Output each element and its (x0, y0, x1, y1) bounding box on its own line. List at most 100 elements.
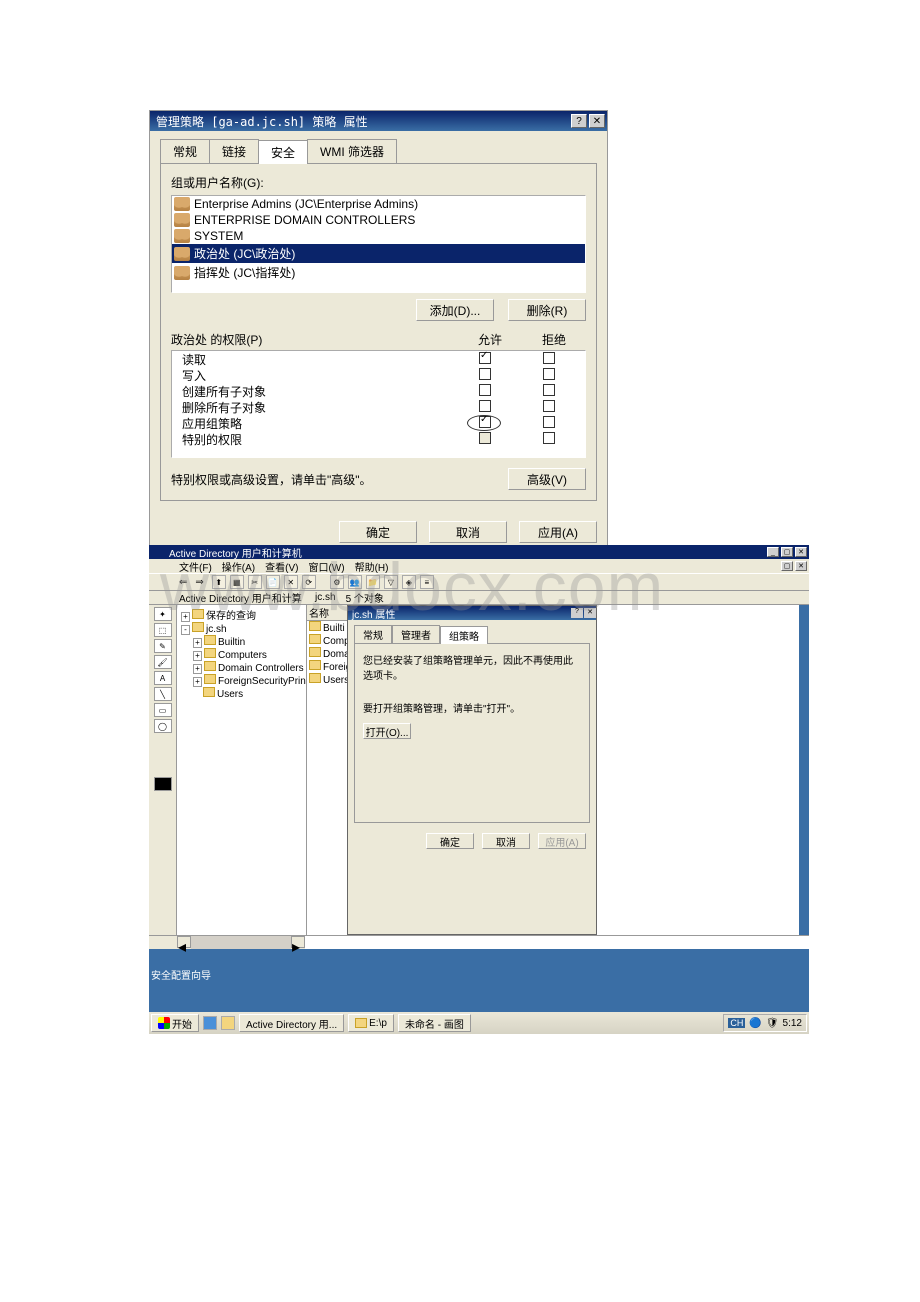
scroll-right-icon[interactable]: ▸ (291, 936, 305, 948)
toolbar-icon[interactable]: 👥 (348, 575, 362, 589)
group-row[interactable]: Enterprise Admins (JC\Enterprise Admins) (172, 196, 585, 212)
allow-checkbox[interactable] (479, 352, 491, 364)
toolbar-icon[interactable]: ⚙ (330, 575, 344, 589)
menu-window[interactable]: 窗口(W) (308, 559, 344, 574)
allow-checkbox[interactable] (479, 416, 491, 428)
tool-icon[interactable]: ◯ (154, 719, 172, 733)
quicklaunch-icon[interactable] (203, 1016, 217, 1030)
cancel-button[interactable]: 取消 (482, 833, 530, 849)
tab-security[interactable]: 安全 (258, 140, 308, 164)
tab2-general[interactable]: 常规 (354, 625, 392, 643)
toolbar-icon[interactable]: ▽ (384, 575, 398, 589)
taskbar-button[interactable]: 未命名 - 画图 (398, 1014, 471, 1032)
apply-button[interactable]: 应用(A) (538, 833, 586, 849)
close-child-icon[interactable]: ✕ (795, 561, 807, 571)
deny-checkbox[interactable] (543, 400, 555, 412)
back-icon[interactable]: ⇐ (179, 577, 187, 588)
menu-action[interactable]: 操作(A) (222, 559, 255, 574)
start-button[interactable]: 开始 (151, 1014, 199, 1032)
tab-general[interactable]: 常规 (160, 139, 210, 163)
list-item[interactable]: Domain (307, 647, 347, 660)
cancel-button[interactable]: 取消 (429, 521, 507, 543)
group-row[interactable]: SYSTEM (172, 228, 585, 244)
quicklaunch-icon[interactable] (221, 1016, 235, 1030)
group-row[interactable]: ENTERPRISE DOMAIN CONTROLLERS (172, 212, 585, 228)
dialog-titlebar[interactable]: 管理策略 [ga-ad.jc.sh] 策略 属性 ? ✕ (150, 111, 607, 131)
taskbar-button[interactable]: E:\p (348, 1014, 394, 1032)
close-icon[interactable]: ✕ (589, 114, 605, 128)
maximize-icon[interactable]: ▢ (781, 547, 793, 557)
tool-icon[interactable]: ▭ (154, 703, 172, 717)
toolbar-icon[interactable]: 📁 (366, 575, 380, 589)
tab2-gpo[interactable]: 组策略 (440, 626, 488, 644)
tree-item[interactable]: +保存的查询 (179, 607, 304, 622)
toolbar-icon[interactable]: ≡ (420, 575, 434, 589)
forward-icon[interactable]: ⇒ (195, 577, 203, 588)
open-button[interactable]: 打开(O)... (363, 723, 411, 739)
tool-icon[interactable]: ✎ (154, 639, 172, 653)
menu-file[interactable]: 文件(F) (179, 559, 212, 574)
tree-pane[interactable]: +保存的查询 -jc.sh +Builtin +Computers +Domai… (177, 605, 307, 935)
tab-wmi[interactable]: WMI 筛选器 (307, 139, 397, 163)
taskbar-button[interactable]: Active Directory 用... (239, 1014, 344, 1032)
tool-icon[interactable]: A (154, 671, 172, 685)
list-pane[interactable]: 名称 Builti Comput Domain Foreig Users (307, 605, 347, 935)
tree-item[interactable]: +ForeignSecurityPrinci (179, 674, 304, 687)
scroll-left-icon[interactable]: ◂ (177, 936, 191, 948)
remove-button[interactable]: 删除(R) (508, 299, 586, 321)
ok-button[interactable]: 确定 (426, 833, 474, 849)
add-button[interactable]: 添加(D)... (416, 299, 494, 321)
system-tray[interactable]: CH 🔵 🛡 5:12 (723, 1014, 807, 1032)
list-item[interactable]: Foreig (307, 660, 347, 673)
advanced-button[interactable]: 高级(V) (508, 468, 586, 490)
lang-indicator[interactable]: CH (728, 1018, 745, 1028)
toolbar-icon[interactable]: ✂ (248, 575, 262, 589)
up-icon[interactable]: ⬆ (212, 575, 226, 589)
help-icon[interactable]: ? (571, 114, 587, 128)
tool-icon[interactable]: ⬚ (154, 623, 172, 637)
restore-icon[interactable]: ▢ (781, 561, 793, 571)
tray-icon[interactable]: 🛡 (766, 1018, 779, 1029)
close-icon[interactable]: ✕ (795, 547, 807, 557)
h-scrollbar[interactable]: ◂ ▸ (149, 935, 809, 949)
dialog2-titlebar[interactable]: jc.sh 属性 ? ✕ (348, 606, 596, 620)
allow-checkbox[interactable] (479, 384, 491, 396)
apply-button[interactable]: 应用(A) (519, 521, 597, 543)
menu-view[interactable]: 查看(V) (265, 559, 298, 574)
ok-button[interactable]: 确定 (339, 521, 417, 543)
tool-icon[interactable]: ╲ (154, 687, 172, 701)
tool-option[interactable] (154, 777, 172, 791)
permissions-listbox[interactable]: 读取 写入 创建所有子对象 删除所有子对象 应用组策略 特别的权限 (171, 350, 586, 458)
tree-item[interactable]: +Domain Controllers (179, 661, 304, 674)
group-row[interactable]: 指挥处 (JC\指挥处) (172, 263, 585, 282)
help-icon[interactable]: ? (571, 608, 583, 618)
toolbar-icon[interactable]: 📄 (266, 575, 280, 589)
tab-links[interactable]: 链接 (209, 139, 259, 163)
tree-item[interactable]: Users (179, 687, 304, 700)
clock[interactable]: 5:12 (783, 1018, 802, 1029)
deny-checkbox[interactable] (543, 384, 555, 396)
deny-checkbox[interactable] (543, 368, 555, 380)
list-item[interactable]: Builti (307, 621, 347, 634)
mmc-titlebar[interactable]: Active Directory 用户和计算机 _ ▢ ✕ (149, 545, 809, 559)
list-item[interactable]: Users (307, 673, 347, 686)
minimize-icon[interactable]: _ (767, 547, 779, 557)
deny-checkbox[interactable] (543, 352, 555, 364)
tool-icon[interactable]: 🖌 (154, 655, 172, 669)
tray-icon[interactable]: 🔵 (749, 1018, 761, 1029)
deny-checkbox[interactable] (543, 432, 555, 444)
list-item[interactable]: Comput (307, 634, 347, 647)
allow-checkbox[interactable] (479, 368, 491, 380)
allow-checkbox[interactable] (479, 432, 491, 444)
list-header[interactable]: 名称 (307, 605, 347, 621)
tool-icon[interactable]: ✦ (154, 607, 172, 621)
toolbar-icon[interactable]: ▦ (230, 575, 244, 589)
tab2-manager[interactable]: 管理者 (392, 625, 440, 643)
group-row-selected[interactable]: 政治处 (JC\政治处) (172, 244, 585, 263)
toolbar-icon[interactable]: ◈ (402, 575, 416, 589)
close-icon[interactable]: ✕ (584, 608, 596, 618)
allow-checkbox[interactable] (479, 400, 491, 412)
tree-item[interactable]: +Computers (179, 648, 304, 661)
toolbar-icon[interactable]: ⟳ (302, 575, 316, 589)
deny-checkbox[interactable] (543, 416, 555, 428)
